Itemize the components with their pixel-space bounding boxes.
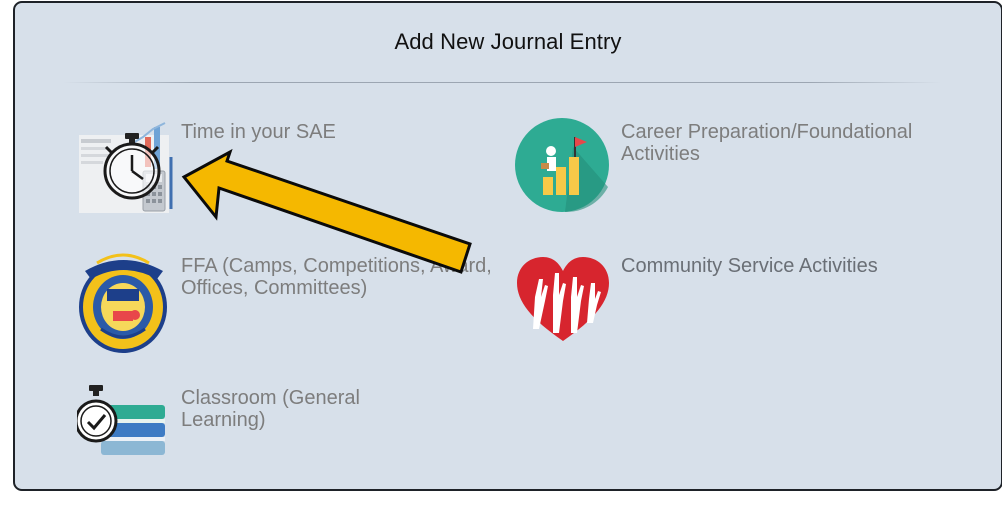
- stopwatch-chart-icon: [79, 122, 173, 213]
- option-label-community-service: Community Service Activities: [621, 255, 878, 277]
- career-ladder-icon: [515, 118, 609, 213]
- title-divider: [63, 82, 941, 83]
- dialog-title: Add New Journal Entry: [394, 29, 622, 54]
- option-label-career-preparation: Career Preparation/Foundational Activiti…: [621, 121, 913, 165]
- option-label-ffa: FFA (Camps, Competitions, Award, Offices…: [181, 255, 492, 299]
- option-label-classroom: Classroom (General Learning): [181, 387, 360, 431]
- option-ffa[interactable]: FFA (Camps, Competitions, Award, Offices…: [77, 249, 507, 359]
- option-career-preparation[interactable]: Career Preparation/Foundational Activiti…: [513, 117, 983, 217]
- option-classroom[interactable]: Classroom (General Learning): [77, 381, 437, 471]
- option-time-in-sae[interactable]: Time in your SAE: [73, 117, 433, 217]
- option-label-time-in-sae: Time in your SAE: [181, 121, 336, 143]
- heart-hands-icon: [517, 257, 609, 341]
- add-journal-entry-dialog: Add New Journal Entry Time in your SAE C…: [13, 1, 1002, 491]
- option-community-service[interactable]: Community Service Activities: [513, 249, 973, 349]
- ffa-emblem-icon: [79, 253, 167, 353]
- stopwatch-books-icon: [77, 385, 165, 455]
